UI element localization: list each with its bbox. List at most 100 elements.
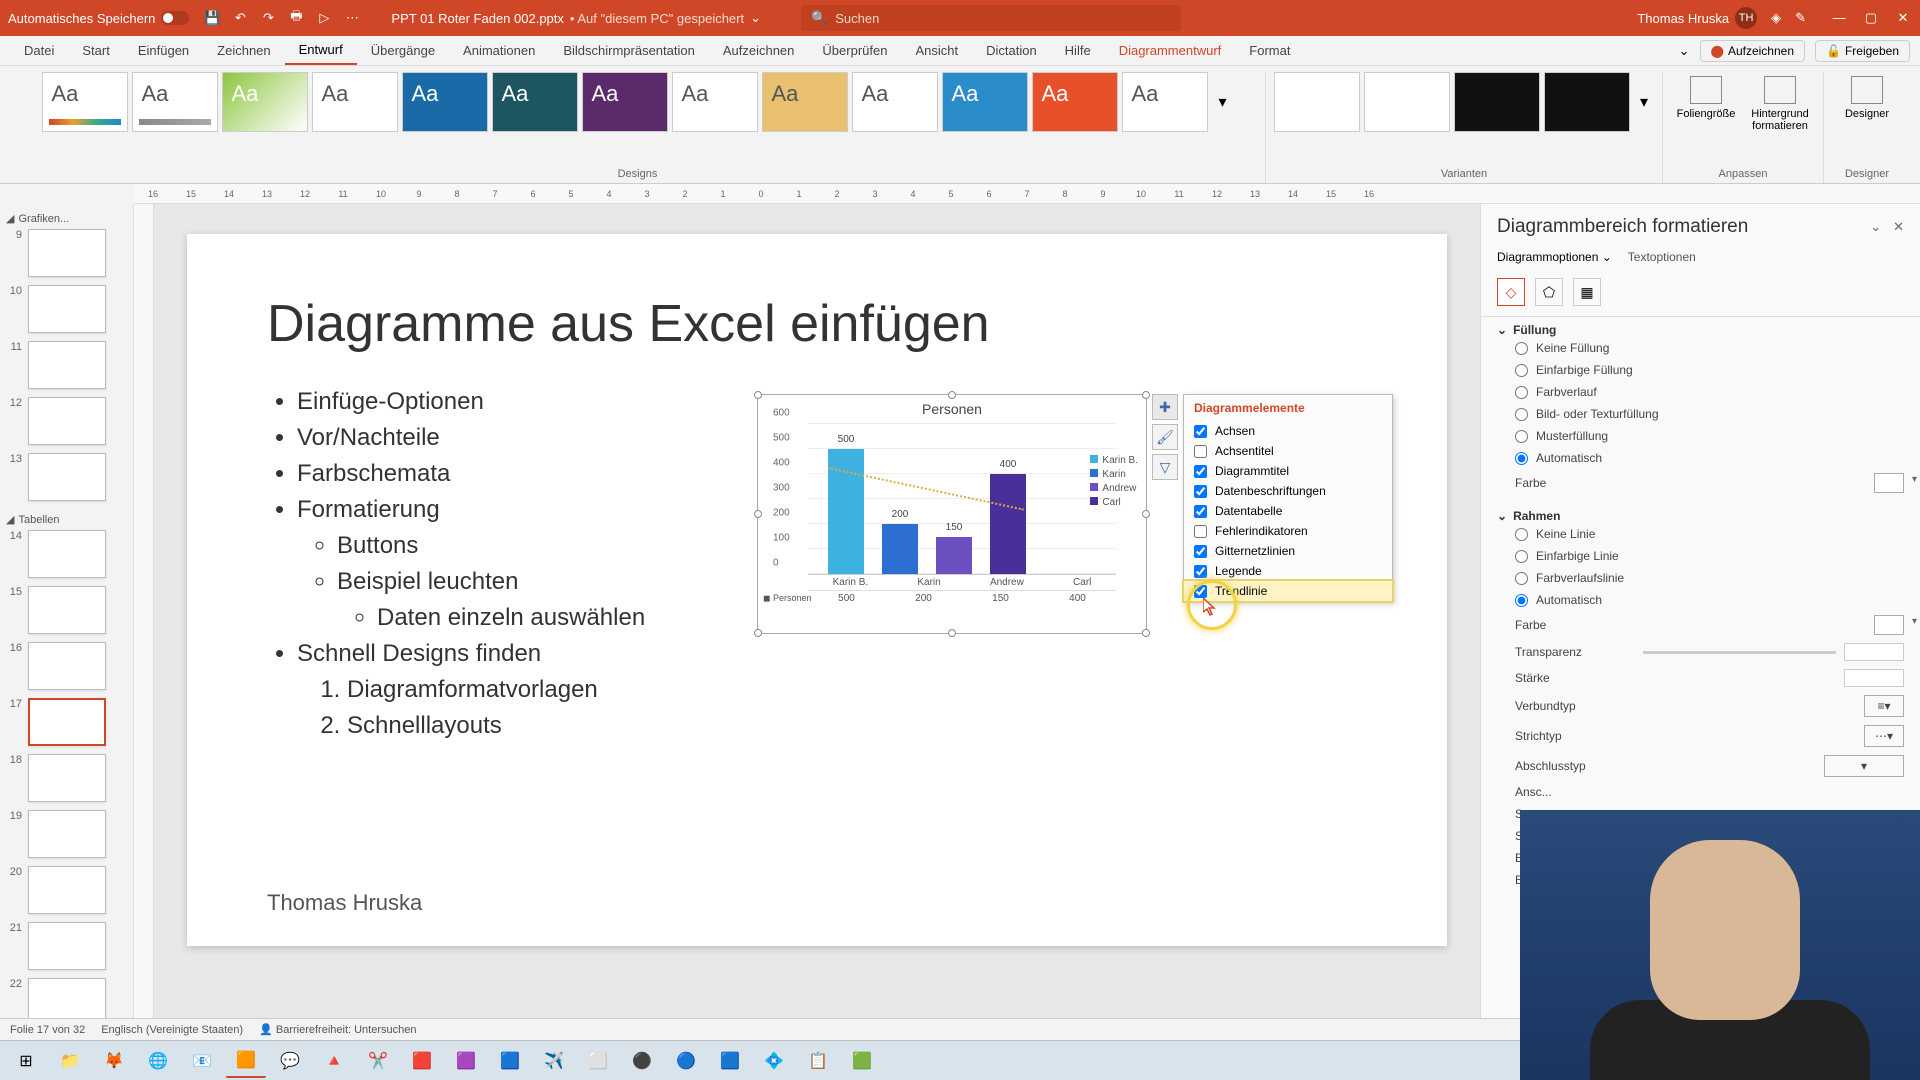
theme-thumb[interactable]: Aa	[402, 72, 488, 132]
tab-aufzeichnen[interactable]: Aufzeichnen	[709, 37, 809, 64]
theme-thumb[interactable]: Aa	[222, 72, 308, 132]
qat-more-icon[interactable]: ⋯	[343, 9, 361, 27]
theme-thumb[interactable]: Aa	[942, 72, 1028, 132]
variant-thumb[interactable]	[1364, 72, 1450, 132]
start-menu-icon[interactable]: ⊞	[6, 1044, 46, 1078]
radio-auto-line[interactable]: Automatisch	[1497, 589, 1904, 611]
section-fill[interactable]: ⌄ Füllung	[1497, 323, 1904, 337]
slide-thumbnail[interactable]: 16	[4, 642, 129, 690]
save-icon[interactable]: 💾	[203, 9, 221, 27]
chevron-down-icon[interactable]: ⌄	[750, 10, 761, 26]
tab-uebergaenge[interactable]: Übergänge	[357, 37, 449, 64]
slide-thumbnail[interactable]: 22	[4, 978, 129, 1018]
slide-counter[interactable]: Folie 17 von 32	[10, 1024, 85, 1036]
draw-icon[interactable]: ✎	[1795, 10, 1806, 26]
flyout-item[interactable]: Datenbeschriftungen	[1184, 481, 1392, 501]
search-box[interactable]: 🔍	[801, 5, 1181, 31]
tab-ueberpruefen[interactable]: Überprüfen	[808, 37, 901, 64]
theme-thumb[interactable]: Aa	[42, 72, 128, 132]
theme-thumb[interactable]: Aa	[672, 72, 758, 132]
slide-thumbnail[interactable]: 21	[4, 922, 129, 970]
powerpoint-icon[interactable]: 🟧	[226, 1044, 266, 1078]
tab-format[interactable]: Format	[1235, 37, 1304, 64]
slide-thumbnail[interactable]: 15	[4, 586, 129, 634]
border-color-picker[interactable]: Farbe	[1497, 611, 1904, 639]
flyout-item[interactable]: Achsen	[1184, 421, 1392, 441]
slide-thumbnail[interactable]: 11	[4, 341, 129, 389]
cap-type[interactable]: Abschlusstyp▾	[1497, 751, 1904, 781]
theme-thumb[interactable]: Aa	[762, 72, 848, 132]
variant-thumb[interactable]	[1454, 72, 1540, 132]
theme-thumb[interactable]: Aa	[1122, 72, 1208, 132]
flyout-item[interactable]: Diagrammtitel	[1184, 461, 1392, 481]
autosave-toggle[interactable]: Automatisches Speichern	[8, 11, 189, 26]
app-icon[interactable]: ⬜	[578, 1044, 618, 1078]
slide-panel[interactable]: ◢ Grafiken... 910111213 ◢ Tabellen 14151…	[0, 204, 134, 1018]
size-icon[interactable]: ▦	[1573, 278, 1601, 306]
record-button[interactable]: ⬤Aufzeichnen	[1700, 40, 1805, 62]
section-header[interactable]: ◢ Grafiken...	[4, 208, 129, 229]
onenote-icon[interactable]: 🟪	[446, 1044, 486, 1078]
tab-chart-options[interactable]: Diagrammoptionen ⌄	[1497, 250, 1612, 268]
telegram-icon[interactable]: ✈️	[534, 1044, 574, 1078]
width-input[interactable]: Stärke	[1497, 665, 1904, 691]
obs-icon[interactable]: ⚫	[622, 1044, 662, 1078]
variants-gallery[interactable]: ▾	[1274, 72, 1654, 132]
minimize-icon[interactable]: —	[1830, 10, 1848, 26]
snip-icon[interactable]: ✂️	[358, 1044, 398, 1078]
slide-thumbnail[interactable]: 13	[4, 453, 129, 501]
section-border[interactable]: ⌄ Rahmen	[1497, 509, 1904, 523]
tab-diagrammentwurf[interactable]: Diagrammentwurf	[1105, 37, 1236, 64]
slide-thumbnail[interactable]: 19	[4, 810, 129, 858]
tab-start[interactable]: Start	[68, 37, 123, 64]
radio-pattern-fill[interactable]: Musterfüllung	[1497, 425, 1904, 447]
firefox-icon[interactable]: 🦊	[94, 1044, 134, 1078]
designer-button[interactable]: Designer	[1832, 72, 1902, 120]
share-button[interactable]: 🔓Freigeben	[1815, 40, 1910, 62]
slide-thumbnail[interactable]: 12	[4, 397, 129, 445]
excel-icon[interactable]: 🟩	[842, 1044, 882, 1078]
chart-object[interactable]: Personen 0100200300400500600500200150400…	[757, 394, 1147, 634]
radio-no-fill[interactable]: Keine Füllung	[1497, 337, 1904, 359]
theme-thumb[interactable]: Aa	[582, 72, 668, 132]
radio-gradient-fill[interactable]: Farbverlauf	[1497, 381, 1904, 403]
compound-type[interactable]: Verbundtyp≡▾	[1497, 691, 1904, 721]
chrome-icon[interactable]: 🌐	[138, 1044, 178, 1078]
radio-auto-fill[interactable]: Automatisch	[1497, 447, 1904, 469]
slide-thumbnail[interactable]: 9	[4, 229, 129, 277]
zoom-icon[interactable]: 🟦	[710, 1044, 750, 1078]
flyout-item[interactable]: Trendlinie	[1184, 581, 1392, 601]
radio-solid-line[interactable]: Einfarbige Linie	[1497, 545, 1904, 567]
fill-line-icon[interactable]: ◇	[1497, 278, 1525, 306]
vlc-icon[interactable]: 🔺	[314, 1044, 354, 1078]
tab-einfuegen[interactable]: Einfügen	[124, 37, 203, 64]
flyout-item[interactable]: Datentabelle	[1184, 501, 1392, 521]
coming-soon-icon[interactable]: ◈	[1771, 10, 1781, 26]
chart-styles-button[interactable]: 🖌	[1152, 424, 1178, 450]
tab-animationen[interactable]: Animationen	[449, 37, 549, 64]
slide-thumbnail[interactable]: 17	[4, 698, 129, 746]
app-icon[interactable]: 🟥	[402, 1044, 442, 1078]
slideshow-icon[interactable]: ▷	[315, 9, 333, 27]
radio-gradient-line[interactable]: Farbverlaufslinie	[1497, 567, 1904, 589]
radio-no-line[interactable]: Keine Linie	[1497, 523, 1904, 545]
effects-icon[interactable]: ⬠	[1535, 278, 1563, 306]
slide-thumbnail[interactable]: 10	[4, 285, 129, 333]
slide-thumbnail[interactable]: 14	[4, 530, 129, 578]
variant-thumb[interactable]	[1274, 72, 1360, 132]
slide-thumbnail[interactable]: 20	[4, 866, 129, 914]
transparency-slider[interactable]: Transparenz	[1497, 639, 1904, 665]
tab-hilfe[interactable]: Hilfe	[1051, 37, 1105, 64]
tab-ansicht[interactable]: Ansicht	[901, 37, 972, 64]
format-background-button[interactable]: Hintergrund formatieren	[1745, 72, 1815, 132]
app-icon[interactable]: 💠	[754, 1044, 794, 1078]
tab-dictation[interactable]: Dictation	[972, 37, 1051, 64]
explorer-icon[interactable]: 📁	[50, 1044, 90, 1078]
tab-datei[interactable]: Datei	[10, 37, 68, 64]
tab-entwurf[interactable]: Entwurf	[285, 36, 357, 65]
flyout-item[interactable]: Achsentitel	[1184, 441, 1392, 461]
chart-filters-button[interactable]: ▽	[1152, 454, 1178, 480]
quickprint-icon[interactable]: 🖶	[287, 9, 305, 27]
collapse-ribbon-icon[interactable]: ⌄	[1679, 43, 1690, 59]
maximize-icon[interactable]: ▢	[1862, 10, 1880, 26]
